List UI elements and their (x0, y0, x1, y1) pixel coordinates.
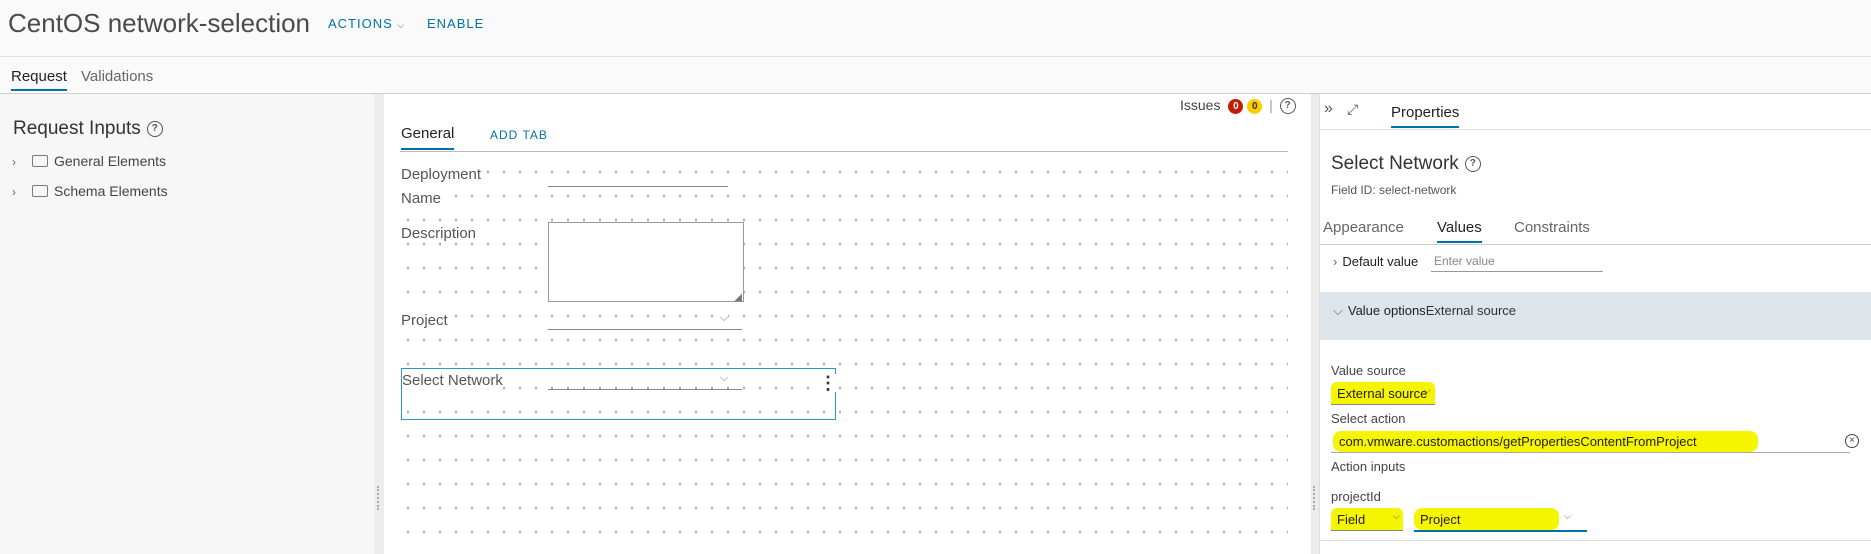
page-title: CentOS network-selection (8, 8, 311, 38)
deployment-name-input[interactable] (548, 186, 728, 187)
tab-appearance[interactable]: Appearance (1323, 219, 1404, 236)
error-count-badge: 0 (1228, 98, 1244, 114)
value-source-dropdown[interactable]: External source ⌵ (1331, 382, 1435, 405)
chevron-right-icon[interactable]: › (12, 155, 24, 169)
chevron-right-icon: › (1333, 254, 1338, 269)
description-label: Description (401, 225, 477, 242)
resize-handle-icon[interactable]: ◢ (734, 292, 742, 303)
default-value-label: Default value (1342, 254, 1419, 269)
more-options-icon[interactable]: ⋮ (819, 374, 837, 392)
canvas-tab-general[interactable]: General (401, 125, 455, 150)
chevron-down-icon: ⌵ (720, 312, 729, 325)
tab-constraints[interactable]: Constraints (1514, 219, 1590, 236)
grip-icon (377, 486, 381, 510)
select-network-dropdown[interactable] (548, 389, 742, 390)
actions-dropdown-button[interactable]: ACTIONS ⌵ (328, 16, 405, 31)
folder-icon (32, 185, 48, 197)
top-tab-bar (0, 57, 1871, 94)
value-source-value: External source (1337, 386, 1428, 401)
project-dropdown[interactable] (548, 329, 742, 330)
add-tab-button[interactable]: ADD TAB (490, 128, 548, 142)
action-inputs-label: Action inputs (1331, 459, 1406, 474)
expand-icon[interactable]: ⤢ (1347, 101, 1358, 118)
warning-count-badge: 0 (1247, 98, 1263, 114)
tree-item-label: General Elements (54, 153, 167, 169)
section-divider (1320, 540, 1871, 541)
value-options-label: Value options (1347, 303, 1426, 318)
issues-indicator[interactable]: Issues 0 0 | ? (1180, 97, 1296, 115)
description-textarea[interactable]: ◢ (548, 222, 744, 303)
left-splitter-handle[interactable] (374, 94, 384, 554)
property-tabs-divider (1320, 244, 1871, 245)
field-value-dropdown[interactable]: Project ⌵ (1414, 508, 1587, 532)
help-icon[interactable]: ? (146, 120, 163, 137)
value-options-toggle[interactable]: ⌵ Value optionsExternal source (1333, 303, 1516, 319)
tab-properties[interactable]: Properties (1391, 104, 1460, 128)
chevron-right-icon[interactable]: › (12, 185, 24, 199)
select-action-value: com.vmware.customactions/getPropertiesCo… (1333, 431, 1758, 452)
divider: | (1269, 97, 1273, 113)
issues-label: Issues (1180, 97, 1221, 113)
canvas-tab-divider (400, 151, 1288, 152)
value-options-value: External source (1425, 303, 1517, 318)
field-type-dropdown[interactable]: Field ⌵ (1331, 508, 1403, 531)
default-value-placeholder: Enter value (1434, 254, 1495, 268)
tab-validations[interactable]: Validations (81, 68, 153, 85)
default-value-section-toggle[interactable]: › Default value (1333, 254, 1418, 269)
deployment-name-label-line2: Name (401, 190, 442, 207)
chevron-down-icon: ⌵ (1424, 385, 1431, 395)
tree-item-general-elements[interactable]: › General Elements (12, 153, 166, 169)
request-inputs-title: Request Inputs (13, 118, 141, 139)
properties-header-divider (1320, 129, 1871, 130)
right-splitter-handle[interactable] (1311, 94, 1319, 554)
tab-values[interactable]: Values (1437, 219, 1482, 243)
value-source-label: Value source (1331, 363, 1406, 378)
chevron-down-icon: ⌵ (1564, 511, 1571, 521)
project-label: Project (401, 312, 448, 329)
help-icon[interactable]: ? (1279, 98, 1296, 115)
select-action-input[interactable]: com.vmware.customactions/getPropertiesCo… (1331, 431, 1850, 453)
field-title-text: Select Network (1331, 153, 1459, 174)
help-icon[interactable]: ? (1464, 155, 1481, 172)
select-network-label: Select Network (402, 372, 503, 389)
tab-request[interactable]: Request (11, 68, 67, 91)
deployment-name-label-line1: Deployment (401, 166, 482, 183)
project-id-label: projectId (1331, 489, 1381, 504)
select-action-label: Select action (1331, 411, 1406, 426)
chevron-down-icon: ⌵ (1393, 511, 1400, 521)
chevron-down-icon: ⌵ (1333, 303, 1343, 318)
collapse-panel-icon[interactable]: » (1324, 100, 1333, 118)
enable-button[interactable]: ENABLE (427, 16, 484, 31)
default-value-input[interactable]: Enter value (1431, 253, 1603, 272)
chevron-down-icon: ⌵ (720, 372, 729, 385)
clear-icon[interactable]: × (1845, 434, 1859, 448)
field-value: Project (1420, 512, 1461, 527)
actions-label: ACTIONS (328, 16, 393, 31)
field-id-text: Field ID: select-network (1331, 183, 1457, 197)
properties-field-title: Select Network? (1331, 153, 1481, 175)
request-inputs-heading: Request Inputs? (13, 118, 163, 140)
folder-icon (32, 155, 48, 167)
tree-item-label: Schema Elements (54, 183, 168, 199)
grip-icon (1313, 486, 1317, 510)
field-type-value: Field (1337, 512, 1366, 527)
tree-item-schema-elements[interactable]: › Schema Elements (12, 183, 168, 199)
canvas-grid (400, 160, 1288, 554)
chevron-down-icon: ⌵ (397, 20, 406, 30)
